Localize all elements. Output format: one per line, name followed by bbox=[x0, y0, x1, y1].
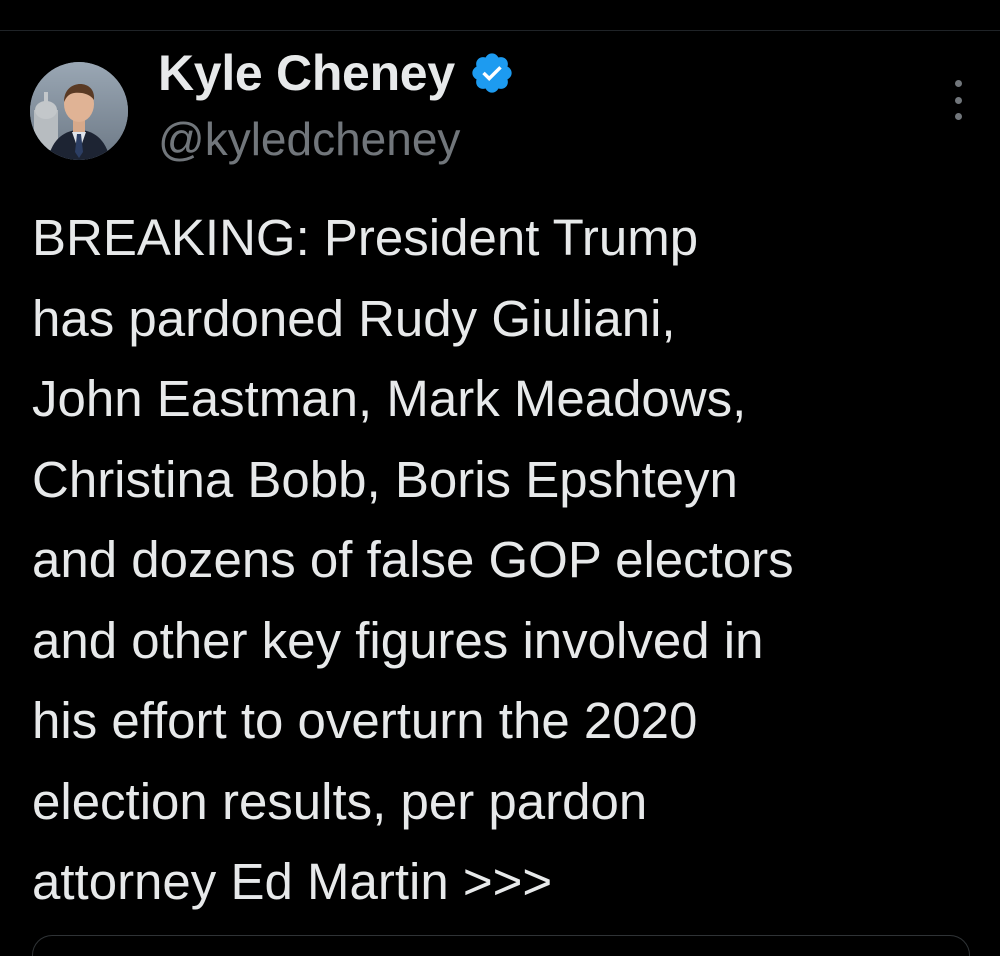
top-divider bbox=[0, 0, 1000, 31]
author-handle[interactable]: @kyledcheney bbox=[158, 112, 460, 166]
avatar[interactable] bbox=[30, 62, 128, 160]
author-name-row[interactable]: Kyle Cheney bbox=[158, 42, 515, 104]
more-dot bbox=[954, 113, 962, 120]
more-dot bbox=[954, 80, 962, 87]
verified-badge-icon bbox=[469, 50, 515, 96]
embedded-card-edge[interactable] bbox=[32, 935, 970, 956]
avatar-photo bbox=[30, 62, 128, 160]
more-dot bbox=[954, 96, 962, 104]
more-options-icon[interactable] bbox=[943, 80, 973, 120]
display-name[interactable]: Kyle Cheney bbox=[158, 44, 455, 102]
tweet-text: BREAKING: President Trump has pardoned R… bbox=[32, 209, 794, 910]
